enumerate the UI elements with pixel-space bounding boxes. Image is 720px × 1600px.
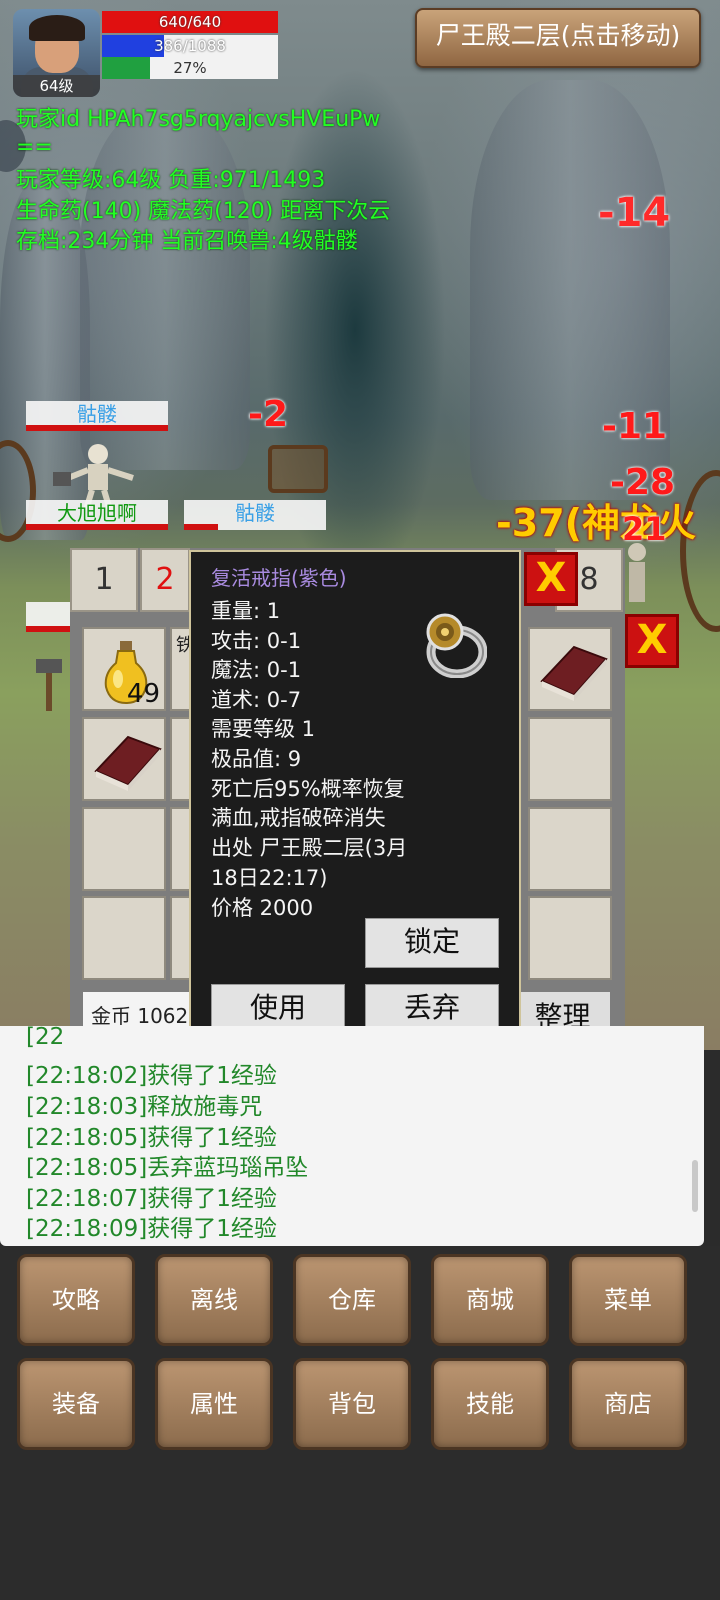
nameplate-partial bbox=[26, 602, 70, 632]
item-description: 死亡后95%概率恢复 bbox=[211, 777, 405, 801]
item-source: 18日22:17) bbox=[211, 866, 328, 890]
log-row: [22:18:03]释放施毒咒 bbox=[26, 1094, 263, 1120]
skeleton-partial bbox=[628, 543, 646, 602]
mp-bar: 386/1088 bbox=[102, 35, 278, 57]
inventory-slot[interactable] bbox=[528, 896, 612, 980]
potion-count: 49 bbox=[126, 679, 160, 709]
log-row: [22:18:02]获得了1经验 bbox=[26, 1063, 277, 1089]
exp-bar: 27% bbox=[102, 57, 278, 79]
bag-tab-1[interactable]: 1 bbox=[70, 548, 138, 612]
bag-tab-2[interactable]: 2 bbox=[140, 548, 190, 612]
separator-line: == bbox=[16, 135, 53, 160]
potion-line: 生命药(140) 魔法药(120) 距离下次云 bbox=[16, 199, 391, 224]
inventory-slot[interactable] bbox=[82, 807, 166, 891]
log-row: [22:18:05]获得了1经验 bbox=[26, 1125, 277, 1151]
item-taoism: 道术: 0-7 bbox=[211, 688, 302, 712]
nameplate-label: 骷髅 bbox=[235, 501, 275, 525]
exp-text: 27% bbox=[173, 59, 207, 77]
attributes-button[interactable]: 属性 bbox=[155, 1358, 273, 1450]
hp-bar: 640/640 bbox=[102, 11, 278, 33]
book-icon bbox=[540, 645, 608, 701]
inventory-slot[interactable]: 49 bbox=[82, 627, 166, 711]
damage-number: -2 bbox=[248, 394, 288, 435]
map-move-button[interactable]: 尸王殿二层(点击移动) bbox=[415, 8, 701, 68]
inventory-slot[interactable] bbox=[82, 717, 166, 801]
item-magic: 魔法: 0-1 bbox=[211, 658, 302, 682]
nameplate-label: 大旭旭啊 bbox=[57, 501, 137, 525]
item-description: 满血,戒指破碎消失 bbox=[211, 806, 386, 830]
warehouse-button[interactable]: 仓库 bbox=[293, 1254, 411, 1346]
backpack-button[interactable]: 背包 bbox=[293, 1358, 411, 1450]
cart bbox=[268, 445, 328, 493]
inventory-slot[interactable] bbox=[528, 807, 612, 891]
hammer-icon bbox=[36, 659, 62, 711]
lock-button[interactable]: 锁定 bbox=[365, 918, 499, 968]
item-quality: 极品值: 9 bbox=[211, 747, 302, 771]
hp-text: 640/640 bbox=[158, 13, 222, 31]
player-id-line: 玩家id HPAh7sg5rqyajcvsHVEuPw bbox=[16, 107, 381, 132]
close-icon[interactable]: X bbox=[524, 552, 578, 606]
log-scrollbar[interactable] bbox=[692, 1160, 698, 1212]
save-summon-line: 存档:234分钟 当前召唤兽:4级骷髅 bbox=[16, 229, 358, 254]
offline-button[interactable]: 离线 bbox=[155, 1254, 273, 1346]
inventory-slot[interactable] bbox=[528, 627, 612, 711]
item-attack: 攻击: 0-1 bbox=[211, 629, 302, 653]
log-row-partial: [22 bbox=[26, 1026, 65, 1050]
inventory-slot[interactable] bbox=[528, 717, 612, 801]
item-required-level: 需要等级 1 bbox=[211, 717, 316, 741]
level-weight-line: 玩家等级:64级 负重:971/1493 bbox=[16, 168, 326, 193]
mall-button[interactable]: 商城 bbox=[431, 1254, 549, 1346]
damage-number: -11 bbox=[602, 406, 668, 447]
book-icon bbox=[94, 735, 162, 791]
close-icon[interactable]: X bbox=[625, 614, 679, 668]
battle-log[interactable]: [22 [22:18:02]获得了1经验 [22:18:03]释放施毒咒 [22… bbox=[0, 1026, 704, 1246]
nameplate-skeleton: 骷髅 bbox=[26, 401, 168, 431]
nameplate-label: 骷髅 bbox=[77, 402, 117, 426]
log-row: [22:18:07]获得了1经验 bbox=[26, 1186, 277, 1212]
ring-icon bbox=[426, 613, 487, 678]
damage-number: 21 bbox=[622, 510, 667, 548]
inventory-slot[interactable] bbox=[82, 896, 166, 980]
item-weight: 重量: 1 bbox=[211, 599, 281, 623]
equipment-button[interactable]: 装备 bbox=[17, 1358, 135, 1450]
item-source: 出处 尸王殿二层(3月 bbox=[211, 836, 408, 860]
damage-number: -14 bbox=[598, 190, 671, 236]
nameplate-skeleton: 骷髅 bbox=[184, 500, 326, 530]
item-name: 复活戒指(紫色) bbox=[211, 566, 347, 590]
level-badge: 64级 bbox=[13, 75, 100, 97]
item-tooltip: 复活戒指(紫色) 重量: 1 攻击: 0-1 魔法: 0-1 道术: 0-7 需… bbox=[189, 550, 521, 1050]
nameplate-player: 大旭旭啊 bbox=[26, 500, 168, 530]
guide-button[interactable]: 攻略 bbox=[17, 1254, 135, 1346]
menu-button[interactable]: 菜单 bbox=[569, 1254, 687, 1346]
shop-button[interactable]: 商店 bbox=[569, 1358, 687, 1450]
log-row: [22:18:09]获得了1经验 bbox=[26, 1216, 277, 1242]
item-price: 价格 2000 bbox=[211, 896, 314, 920]
mp-text: 386/1088 bbox=[154, 37, 226, 55]
log-row: [22:18:05]丢弃蓝玛瑙吊坠 bbox=[26, 1155, 309, 1181]
skills-button[interactable]: 技能 bbox=[431, 1358, 549, 1450]
